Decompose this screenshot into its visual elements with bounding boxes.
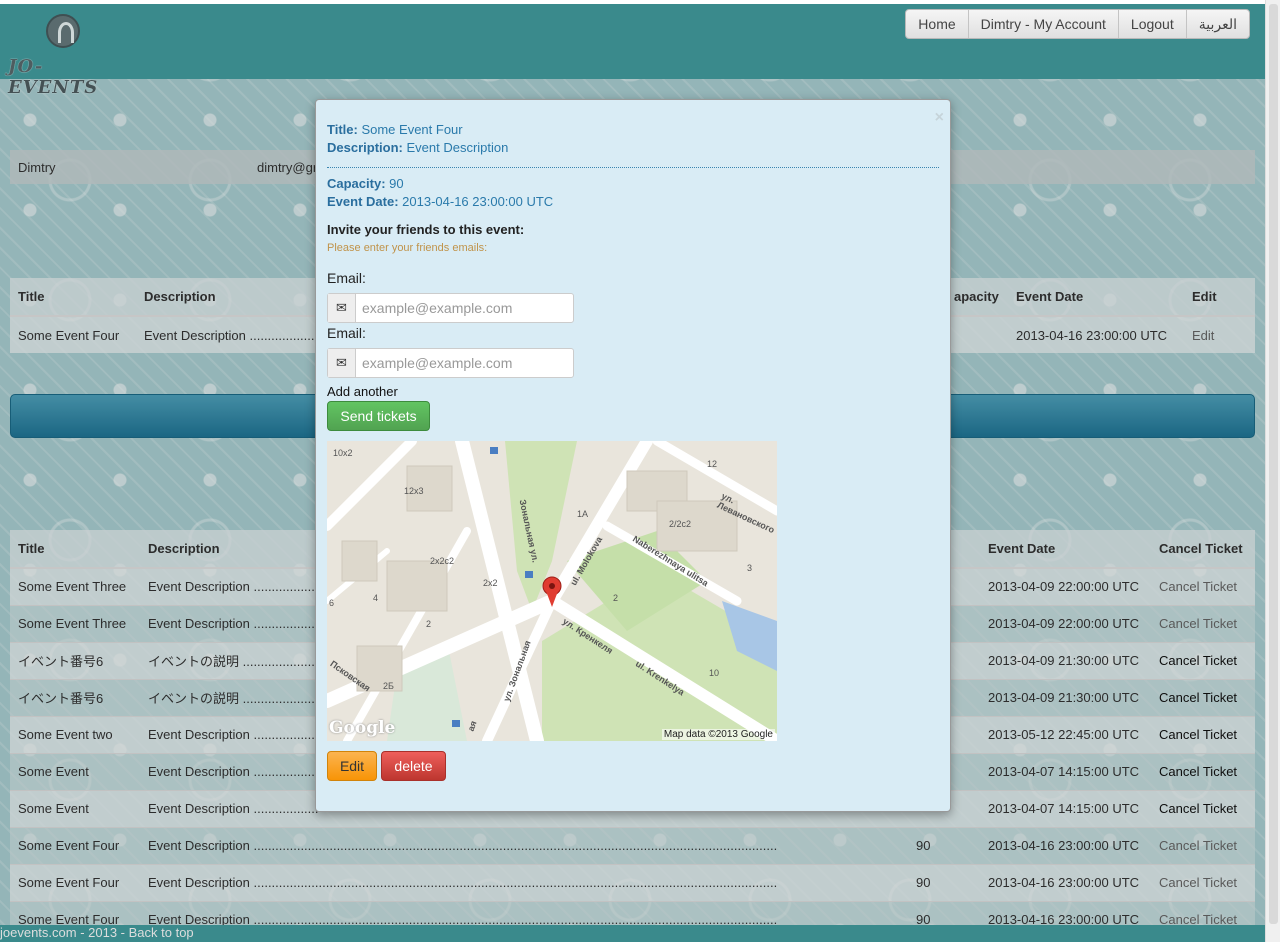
map-label: 10: [709, 668, 720, 678]
capacity-value: 90: [389, 176, 404, 191]
map-label: 12x3: [404, 486, 424, 496]
envelope-icon: ✉: [328, 294, 356, 322]
email-input-group: ✉: [327, 293, 574, 323]
site-logo[interactable]: JO-EVENTS: [8, 10, 120, 98]
close-icon[interactable]: ×: [935, 109, 944, 127]
map-label: 4: [373, 593, 379, 603]
event-date-value: 2013-04-16 23:00:00 UTC: [402, 194, 554, 209]
map-label: 3: [747, 563, 753, 573]
send-tickets-button[interactable]: Send tickets: [327, 401, 430, 431]
map-label: 2x2: [483, 578, 498, 588]
description-label: Description:: [327, 140, 403, 155]
delete-button[interactable]: delete: [381, 751, 446, 781]
modal-title-line: Title: Some Event Four: [327, 122, 463, 137]
map-label: 2/2c2: [669, 519, 692, 529]
email-field[interactable]: [356, 349, 573, 377]
nav-button-group: Home Dimtry - My Account Logout العربية: [905, 9, 1250, 39]
email-label: Email:: [327, 270, 366, 286]
google-logo: Google: [329, 718, 396, 738]
email-field[interactable]: [356, 294, 573, 322]
title-label: Title:: [327, 122, 358, 137]
scrollbar[interactable]: [1265, 0, 1280, 942]
map-label: 10x2: [333, 448, 353, 458]
scrollbar-thumb[interactable]: [1269, 4, 1278, 924]
map-label: 2: [613, 593, 619, 603]
modal-capacity-line: Capacity: 90: [327, 176, 404, 191]
event-map[interactable]: 10x2 12x3 1A 2/2c2 12 ул. Левановского З…: [327, 441, 777, 741]
invite-hint: Please enter your friends emails:: [327, 242, 488, 254]
map-label: 2Б: [383, 681, 394, 691]
modal-description-line: Description: Event Description: [327, 140, 508, 155]
map-label: 2x2c2: [430, 556, 455, 566]
edit-button[interactable]: Edit: [327, 751, 377, 781]
my-account-button[interactable]: Dimtry - My Account: [967, 10, 1118, 38]
title-value: Some Event Four: [361, 122, 463, 137]
map-label: 6: [329, 598, 335, 608]
email-label: Email:: [327, 325, 366, 341]
map-label: 12: [707, 459, 718, 469]
invite-heading: Invite your friends to this event:: [327, 222, 525, 237]
event-modal: × Title: Some Event Four Description: Ev…: [315, 99, 951, 812]
map-canvas: [327, 441, 777, 741]
footer: joevents.com - 2013 - Back to top: [0, 925, 1265, 942]
modal-date-line: Event Date: 2013-04-16 23:00:00 UTC: [327, 194, 553, 209]
language-button[interactable]: العربية: [1185, 10, 1249, 38]
add-another-link[interactable]: Add another: [327, 384, 398, 399]
description-value: Event Description: [406, 140, 509, 155]
map-label: 1A: [577, 509, 589, 519]
event-date-label: Event Date:: [327, 194, 399, 209]
logo-emblem-icon: [46, 14, 80, 48]
capacity-label: Capacity:: [327, 176, 386, 191]
logout-button[interactable]: Logout: [1117, 10, 1186, 38]
envelope-icon: ✉: [328, 349, 356, 377]
divider: [327, 167, 939, 168]
header-bar: JO-EVENTS Home Dimtry - My Account Logou…: [0, 0, 1265, 98]
map-label: 2: [426, 619, 432, 629]
map-copyright: Map data ©2013 Google: [661, 729, 775, 740]
email-input-group: ✉: [327, 348, 574, 378]
home-button[interactable]: Home: [906, 10, 967, 38]
